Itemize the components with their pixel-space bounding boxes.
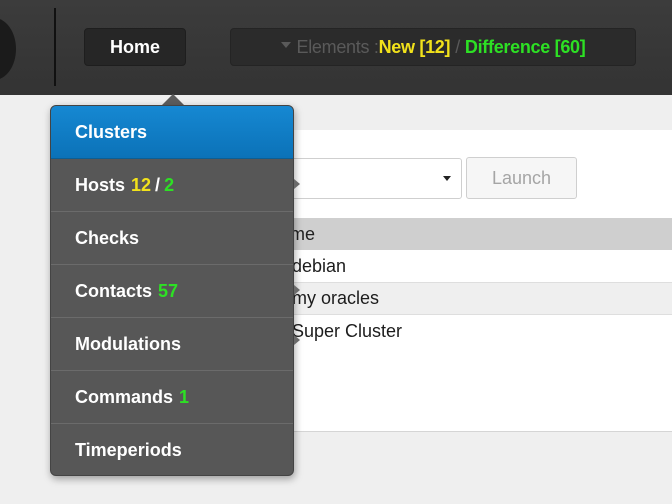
home-button-label: Home	[109, 36, 160, 57]
new-elements-count: New [12]	[378, 36, 451, 57]
table-cell-name: my oracles	[292, 288, 380, 308]
menu-item-modulations[interactable]: Modulations	[51, 318, 293, 371]
elements-prefix: Elements :	[296, 36, 379, 57]
menu-item-commands[interactable]: Commands 1	[51, 371, 293, 424]
home-dropdown-menu: Clusters Hosts 12 / 2 Checks Contacts 57…	[50, 105, 294, 476]
table-header-name[interactable]: me	[270, 218, 672, 250]
elements-separator: /	[455, 36, 460, 57]
submenu-arrow-icon	[294, 335, 300, 345]
menu-pointer-caret	[162, 94, 184, 105]
table-row[interactable]: my oracles	[270, 283, 672, 315]
menu-item-label: Checks	[75, 227, 140, 248]
table-cell-name: debian	[292, 256, 347, 276]
hosts-count-separator: /	[155, 174, 161, 195]
menu-item-hosts[interactable]: Hosts 12 / 2	[51, 159, 293, 212]
menu-item-label: Clusters	[75, 121, 148, 142]
menu-item-timeperiods[interactable]: Timeperiods	[51, 424, 293, 475]
submenu-arrow-icon	[294, 285, 300, 295]
select-arrow-icon[interactable]	[443, 176, 451, 181]
table-cell-name: Super Cluster	[292, 320, 403, 341]
difference-elements-count: Difference [60]	[464, 36, 586, 57]
hosts-count-secondary: 2	[164, 174, 175, 195]
menu-item-label: Contacts	[75, 280, 153, 301]
launch-button-label: Launch	[491, 167, 552, 188]
hosts-count-primary: 12	[131, 174, 152, 195]
menu-item-label: Timeperiods	[75, 440, 182, 460]
menu-item-checks[interactable]: Checks	[51, 212, 293, 265]
menu-item-label: Commands	[75, 386, 174, 407]
menu-item-label: Hosts	[75, 174, 126, 195]
menu-item-label: Modulations	[75, 333, 181, 354]
launch-button[interactable]: Launch	[466, 157, 577, 199]
nav-divider	[54, 8, 56, 86]
home-button[interactable]: Home	[84, 28, 186, 66]
menu-item-contacts[interactable]: Contacts 57	[51, 265, 293, 318]
table-row[interactable]: debian	[270, 251, 672, 283]
logo-icon[interactable]	[0, 18, 16, 80]
top-navigation-bar: Home Elements : New [12] / Difference [6…	[0, 0, 672, 95]
commands-count: 1	[179, 386, 190, 407]
submenu-arrow-icon	[294, 179, 300, 189]
elements-dropdown-button[interactable]: Elements : New [12] / Difference [60]	[230, 28, 636, 66]
menu-item-clusters[interactable]: Clusters	[51, 106, 293, 159]
caret-down-icon	[280, 42, 291, 48]
contacts-count: 57	[158, 280, 179, 301]
table-row[interactable]: Super Cluster	[270, 315, 672, 347]
